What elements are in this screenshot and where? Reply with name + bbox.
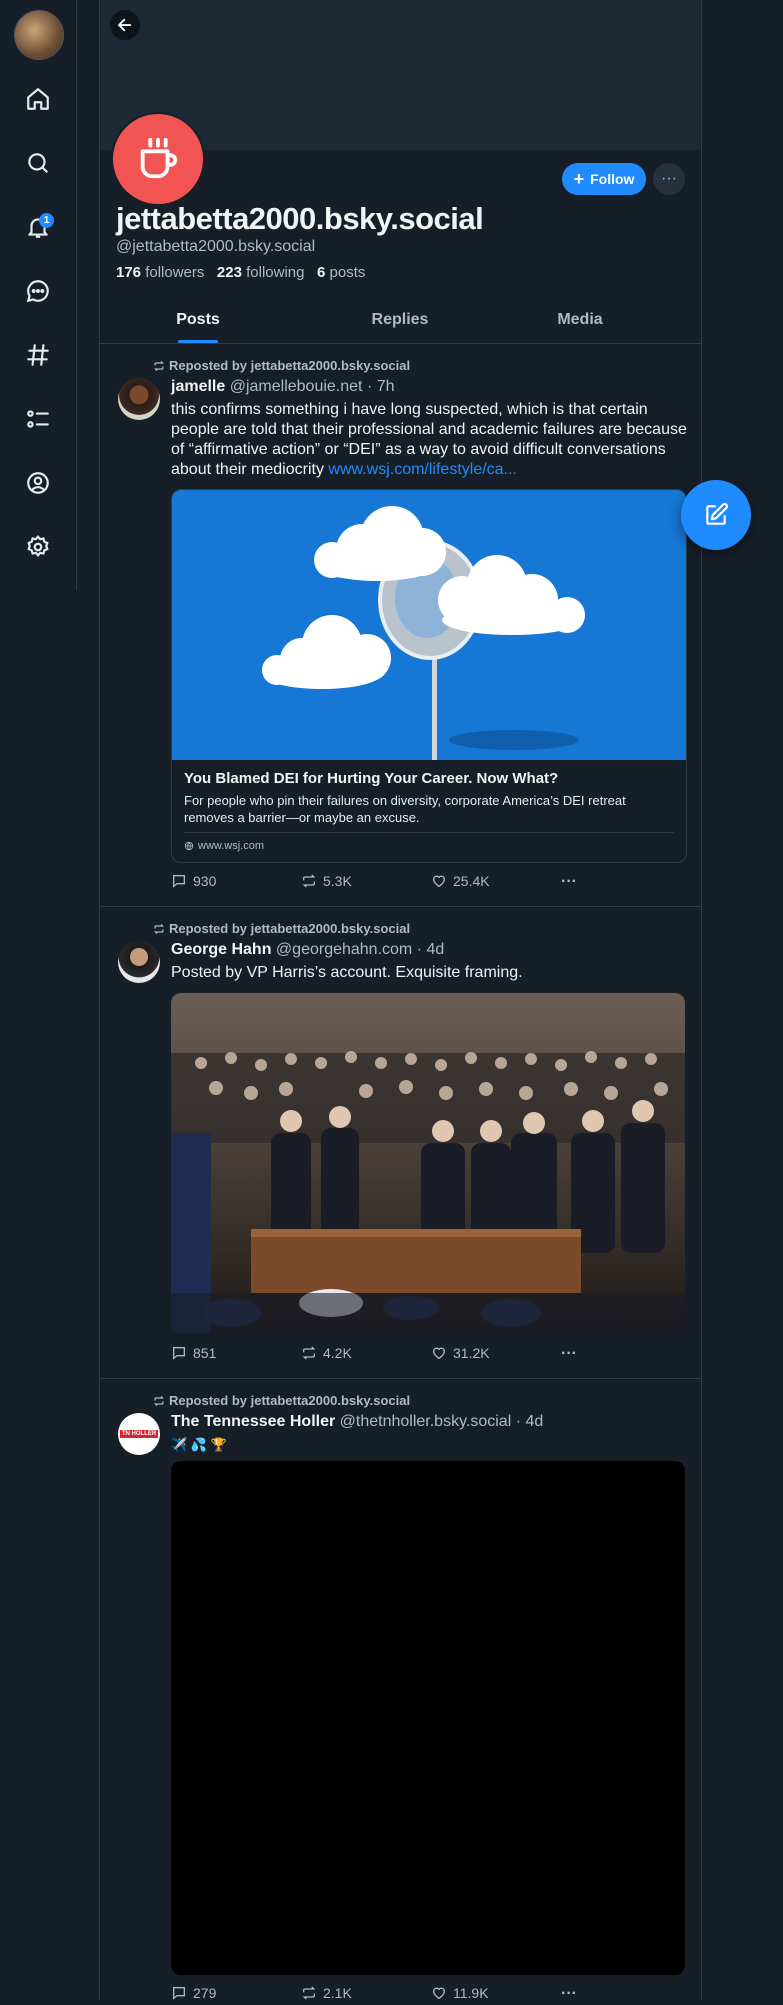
profile-icon[interactable] (18, 463, 58, 503)
post-text: this confirms something i have long susp… (171, 401, 687, 478)
repost-icon (153, 360, 165, 371)
chat-icon[interactable] (18, 271, 58, 311)
author-handle[interactable]: @jamellebouie.net (230, 378, 363, 395)
notification-badge: 1 (39, 213, 54, 228)
feeds-icon[interactable] (18, 335, 58, 375)
reply-button[interactable]: 279 (171, 1985, 216, 2001)
arrow-left-icon (118, 18, 132, 32)
compose-button[interactable] (681, 480, 751, 550)
follow-label: Follow (590, 171, 635, 187)
card-domain: www.wsj.com (184, 840, 264, 852)
repost-icon (302, 874, 316, 888)
profile-avatar[interactable] (111, 112, 205, 206)
left-nav: 1 (0, 0, 77, 590)
reply-icon (173, 1347, 185, 1360)
post-header: The Tennessee Holler @thetnholler.bsky.s… (171, 1413, 543, 1431)
card-title: You Blamed DEI for Hurting Your Career. … (184, 770, 559, 787)
post-time: · 7h (366, 378, 395, 395)
ellipsis-icon: ··· (561, 873, 577, 890)
author-handle[interactable]: @thetnholler.bsky.social (340, 1413, 512, 1430)
author-name[interactable]: jamelle (171, 378, 225, 395)
like-button[interactable]: 31.2K (431, 1345, 490, 1361)
card-image (172, 490, 686, 760)
post-video[interactable] (171, 1461, 685, 1975)
globe-icon (184, 841, 194, 851)
profile-stats: 176 followers 223 following 6 posts (116, 264, 365, 281)
author-avatar[interactable] (118, 941, 160, 983)
follow-button[interactable]: + Follow (562, 163, 646, 195)
repost-indicator: Reposted by jettabetta2000.bsky.social (153, 921, 410, 936)
more-options-button[interactable]: ··· (653, 163, 685, 195)
post-link[interactable]: www.wsj.com/lifestyle/ca... (328, 461, 516, 478)
profile-handle: @jettabetta2000.bsky.social (116, 238, 316, 255)
author-avatar[interactable]: TN HOLLER (118, 1413, 160, 1455)
feed-post[interactable]: Reposted by jettabetta2000.bsky.social G… (100, 907, 701, 1379)
posts-count: 6 posts (317, 264, 366, 281)
heart-icon (432, 875, 446, 888)
post-actions: 851 4.2K 31.2K ··· (171, 1345, 591, 1365)
following-link[interactable]: 223 following (217, 264, 305, 281)
post-text: ✈️ 💦 🏆 (171, 1437, 227, 1452)
post-time: · 4d (416, 941, 445, 958)
link-card[interactable]: You Blamed DEI for Hurting Your Career. … (171, 489, 687, 863)
reply-button[interactable]: 930 (171, 873, 216, 889)
heart-icon (432, 1987, 446, 2000)
post-actions: 930 5.3K 25.4K ··· (171, 873, 591, 893)
post-text: Posted by VP Harris’s account. Exquisite… (171, 964, 523, 981)
repost-icon (302, 1346, 316, 1360)
repost-indicator: Reposted by jettabetta2000.bsky.social (153, 358, 410, 373)
post-header: jamelle @jamellebouie.net · 7h (171, 378, 395, 396)
repost-icon (153, 1395, 165, 1406)
avatar-logo-text: TN HOLLER (119, 1430, 159, 1438)
repost-indicator: Reposted by jettabetta2000.bsky.social (153, 1393, 410, 1408)
display-name: jettabetta2000.bsky.social (116, 201, 484, 236)
ellipsis-icon: ··· (561, 1345, 577, 1362)
author-name[interactable]: The Tennessee Holler (171, 1413, 335, 1430)
post-time: · 4d (515, 1413, 544, 1430)
author-handle[interactable]: @georgehahn.com (276, 941, 412, 958)
card-description: For people who pin their failures on div… (184, 793, 626, 825)
home-icon[interactable] (18, 79, 58, 119)
reply-icon (173, 875, 185, 888)
repost-icon (153, 923, 165, 934)
search-icon[interactable] (18, 143, 58, 183)
reply-button[interactable]: 851 (171, 1345, 216, 1361)
plus-icon: + (573, 169, 585, 189)
post-header: George Hahn @georgehahn.com · 4d (171, 941, 444, 959)
ellipsis-icon: ··· (661, 170, 677, 187)
tab-media[interactable]: Media (530, 297, 630, 343)
heart-icon (432, 1347, 446, 1360)
coffee-cup-icon (140, 137, 178, 179)
settings-icon[interactable] (18, 527, 58, 567)
profile-tabs: Posts Replies Media (100, 297, 701, 344)
like-button[interactable]: 11.9K (431, 1985, 489, 2001)
feed-post[interactable]: Reposted by jettabetta2000.bsky.social j… (100, 344, 701, 907)
like-button[interactable]: 25.4K (431, 873, 490, 889)
post-menu-button[interactable]: ··· (561, 1985, 577, 2003)
tab-replies[interactable]: Replies (350, 297, 450, 343)
repost-button[interactable]: 2.1K (301, 1985, 352, 2001)
repost-button[interactable]: 5.3K (301, 873, 352, 889)
lists-icon[interactable] (18, 399, 58, 439)
reply-icon (173, 1987, 185, 2000)
my-avatar[interactable] (14, 10, 64, 60)
compose-icon (706, 503, 728, 525)
repost-button[interactable]: 4.2K (301, 1345, 352, 1361)
repost-icon (302, 1986, 316, 2000)
post-menu-button[interactable]: ··· (561, 873, 577, 891)
feed-post[interactable]: Reposted by jettabetta2000.bsky.social T… (100, 1379, 701, 2002)
tab-posts[interactable]: Posts (176, 297, 220, 343)
post-actions: 279 2.1K 11.9K ··· (171, 1985, 591, 2005)
ellipsis-icon: ··· (561, 1985, 577, 2002)
back-button[interactable] (110, 10, 140, 40)
author-name[interactable]: George Hahn (171, 941, 271, 958)
post-image[interactable] (171, 993, 685, 1333)
notifications-icon[interactable] (18, 207, 58, 247)
post-menu-button[interactable]: ··· (561, 1345, 577, 1363)
profile-column: + Follow ··· jettabetta2000.bsky.social … (99, 0, 702, 2002)
followers-link[interactable]: 176 followers (116, 264, 204, 281)
author-avatar[interactable] (118, 378, 160, 420)
